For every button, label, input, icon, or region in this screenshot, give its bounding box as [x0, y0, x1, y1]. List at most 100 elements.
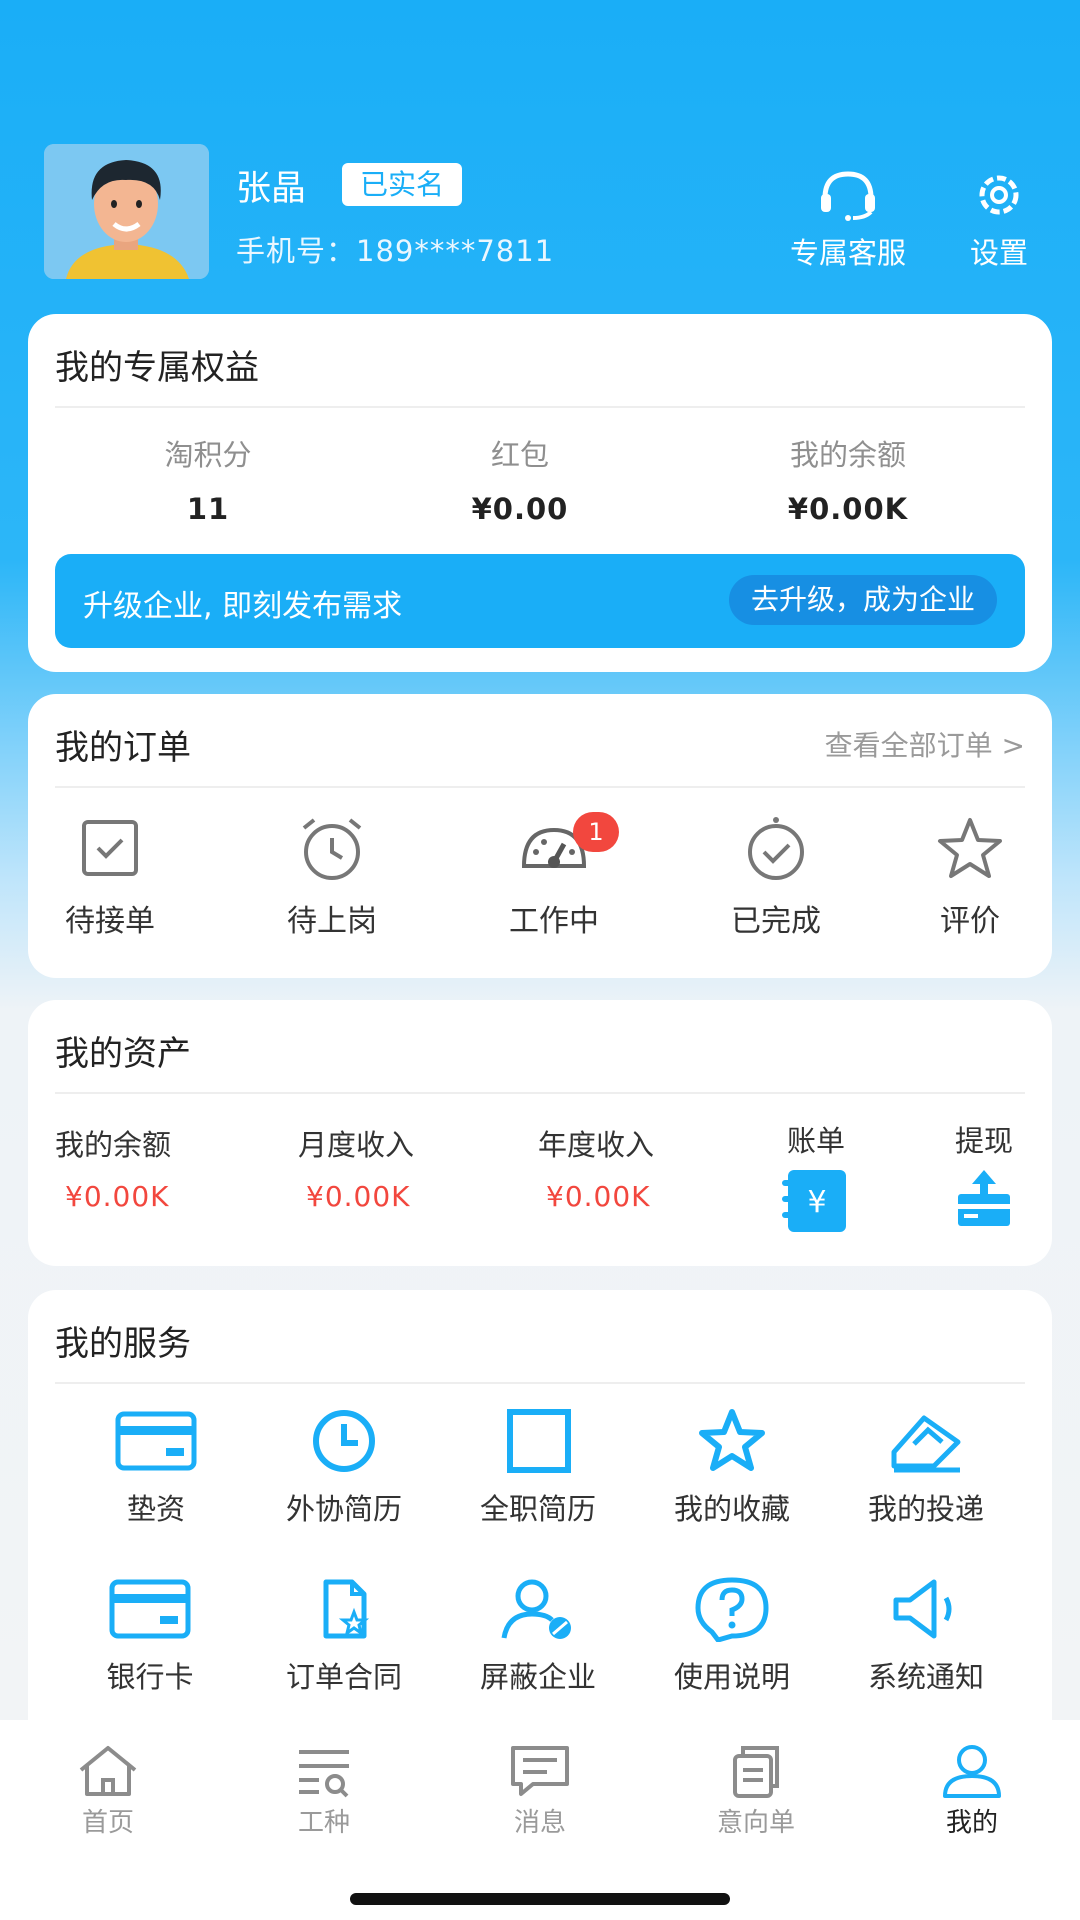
assets-card: 我的资产 我的余额 ¥0.00K 月度收入 ¥0.00K 年度收入 ¥0.00K… [28, 1000, 1052, 1266]
square-icon [507, 1409, 571, 1473]
service-outsource-resume[interactable]: 外协简历 [254, 1408, 434, 1528]
service-label: 屏蔽企业 [479, 1660, 596, 1694]
stat-value: ¥0.00 [471, 492, 569, 526]
card-icon [115, 1411, 197, 1471]
order-review[interactable]: 评价 [900, 812, 1040, 940]
bill-label: 账单 [786, 1124, 845, 1158]
service-instructions[interactable]: 使用说明 [642, 1576, 822, 1696]
service-label: 外协简历 [285, 1492, 402, 1526]
assets-title: 我的资产 [55, 1034, 191, 1074]
order-label: 工作中 [509, 904, 599, 939]
service-my-deliveries[interactable]: 我的投递 [836, 1408, 1016, 1528]
service-block-company[interactable]: 屏蔽企业 [448, 1576, 628, 1696]
asset-value: ¥0.00K [546, 1180, 651, 1213]
tab-bar: 首页 工种 消息 意向单 我的 [0, 1720, 1080, 1920]
bank-card-icon [109, 1579, 191, 1639]
stat-points[interactable]: 淘积分 11 [78, 432, 338, 526]
megaphone-icon [893, 1579, 952, 1639]
service-label: 银行卡 [106, 1660, 194, 1694]
headset-icon [821, 171, 875, 221]
block-user-icon [501, 1579, 571, 1639]
stat-red-packet[interactable]: 红包 ¥0.00 [390, 432, 650, 526]
avatar[interactable] [44, 144, 209, 279]
svg-text:¥: ¥ [807, 1185, 826, 1220]
asset-annual-income[interactable]: 年度收入 ¥0.00K [538, 1122, 654, 1213]
tab-home[interactable]: 首页 [28, 1742, 188, 1839]
asset-label: 我的余额 [55, 1128, 172, 1162]
withdraw-button[interactable]: 提现 [950, 1118, 1018, 1230]
service-label: 使用说明 [673, 1660, 790, 1694]
order-completed[interactable]: 已完成 [706, 812, 846, 940]
asset-monthly-income[interactable]: 月度收入 ¥0.00K [298, 1122, 414, 1213]
tab-intentions[interactable]: 意向单 [676, 1742, 836, 1839]
withdraw-icon [958, 1170, 1010, 1226]
upgrade-text: 升级企业, 即刻发布需求 [83, 589, 403, 624]
bill-icon: ¥ [782, 1170, 846, 1232]
tab-label: 工种 [297, 1808, 350, 1838]
services-title: 我的服务 [55, 1324, 191, 1364]
tab-label: 消息 [513, 1808, 566, 1838]
home-icon [79, 1746, 137, 1796]
stat-label: 红包 [490, 438, 549, 472]
divider [55, 1382, 1025, 1384]
service-bank-card[interactable]: 银行卡 [60, 1576, 240, 1696]
divider [55, 406, 1025, 408]
stat-balance[interactable]: 我的余额 ¥0.00K [718, 432, 978, 526]
service-order-contract[interactable]: 订单合同 [254, 1576, 434, 1696]
service-favorites[interactable]: 我的收藏 [642, 1408, 822, 1528]
asset-balance[interactable]: 我的余额 ¥0.00K [55, 1122, 171, 1213]
divider [55, 786, 1025, 788]
done-clock-icon [748, 817, 804, 880]
user-name: 张晶 [236, 169, 307, 209]
alarm-clock-icon [302, 818, 362, 880]
tab-job-types[interactable]: 工种 [244, 1742, 404, 1839]
service-advance-funding[interactable]: 垫资 [66, 1408, 246, 1528]
service-label: 系统通知 [867, 1660, 984, 1694]
tab-mine[interactable]: 我的 [892, 1742, 1052, 1839]
service-label: 我的收藏 [673, 1492, 790, 1526]
order-badge: 1 [573, 812, 619, 852]
asset-value: ¥0.00K [65, 1180, 170, 1213]
tab-label: 意向单 [716, 1808, 795, 1838]
service-system-notice[interactable]: 系统通知 [836, 1576, 1016, 1696]
profile-icon [943, 1745, 1001, 1798]
asset-label: 年度收入 [538, 1128, 655, 1162]
service-label: 订单合同 [285, 1660, 402, 1694]
upgrade-banner[interactable]: 升级企业, 即刻发布需求 去升级，成为企业 [55, 554, 1025, 648]
stat-label: 我的余额 [789, 438, 906, 472]
orders-title: 我的订单 [55, 728, 191, 768]
help-icon [695, 1577, 769, 1642]
orders-card: 我的订单 查看全部订单 > 待接单 待上岗 1 工作中 已完成 评价 [28, 694, 1052, 978]
bill-button[interactable]: 账单 ¥ [778, 1118, 854, 1236]
customer-service-label: 专属客服 [790, 236, 907, 270]
verified-badge: 已实名 [342, 163, 463, 206]
message-icon [511, 1746, 569, 1796]
upgrade-button[interactable]: 去升级，成为企业 [728, 575, 997, 625]
view-all-orders-link[interactable]: 查看全部订单 > [825, 724, 1025, 764]
order-label: 待上岗 [287, 904, 377, 939]
tab-label: 首页 [81, 1808, 134, 1838]
benefits-title: 我的专属权益 [55, 348, 259, 388]
customer-service-button[interactable]: 专属客服 [790, 168, 906, 272]
list-search-icon [299, 1750, 349, 1798]
star-icon [938, 818, 1002, 878]
service-label: 全职简历 [479, 1492, 596, 1526]
tab-label: 我的 [945, 1808, 998, 1838]
order-label: 评价 [940, 904, 1000, 939]
user-phone: 手机号：189****7811 [236, 234, 555, 268]
benefits-card: 我的专属权益 淘积分 11 红包 ¥0.00 我的余额 ¥0.00K 升级企业,… [28, 314, 1052, 672]
divider [55, 1092, 1025, 1094]
order-label: 已完成 [731, 904, 821, 939]
order-in-progress[interactable]: 1 工作中 [484, 812, 624, 940]
service-fulltime-resume[interactable]: 全职简历 [448, 1408, 628, 1528]
settings-button[interactable]: 设置 [970, 168, 1028, 272]
order-pending-accept[interactable]: 待接单 [40, 812, 180, 940]
contract-icon [323, 1579, 370, 1639]
settings-label: 设置 [970, 236, 1029, 270]
clock-icon [313, 1410, 375, 1472]
services-card: 我的服务 垫资 外协简历 全职简历 我的收藏 我的投递 银行卡 订单合同 屏蔽企… [28, 1290, 1052, 1750]
tab-messages[interactable]: 消息 [460, 1742, 620, 1839]
order-label: 待接单 [65, 904, 155, 939]
order-pending-start[interactable]: 待上岗 [262, 812, 402, 940]
stat-value: ¥0.00K [787, 492, 909, 526]
